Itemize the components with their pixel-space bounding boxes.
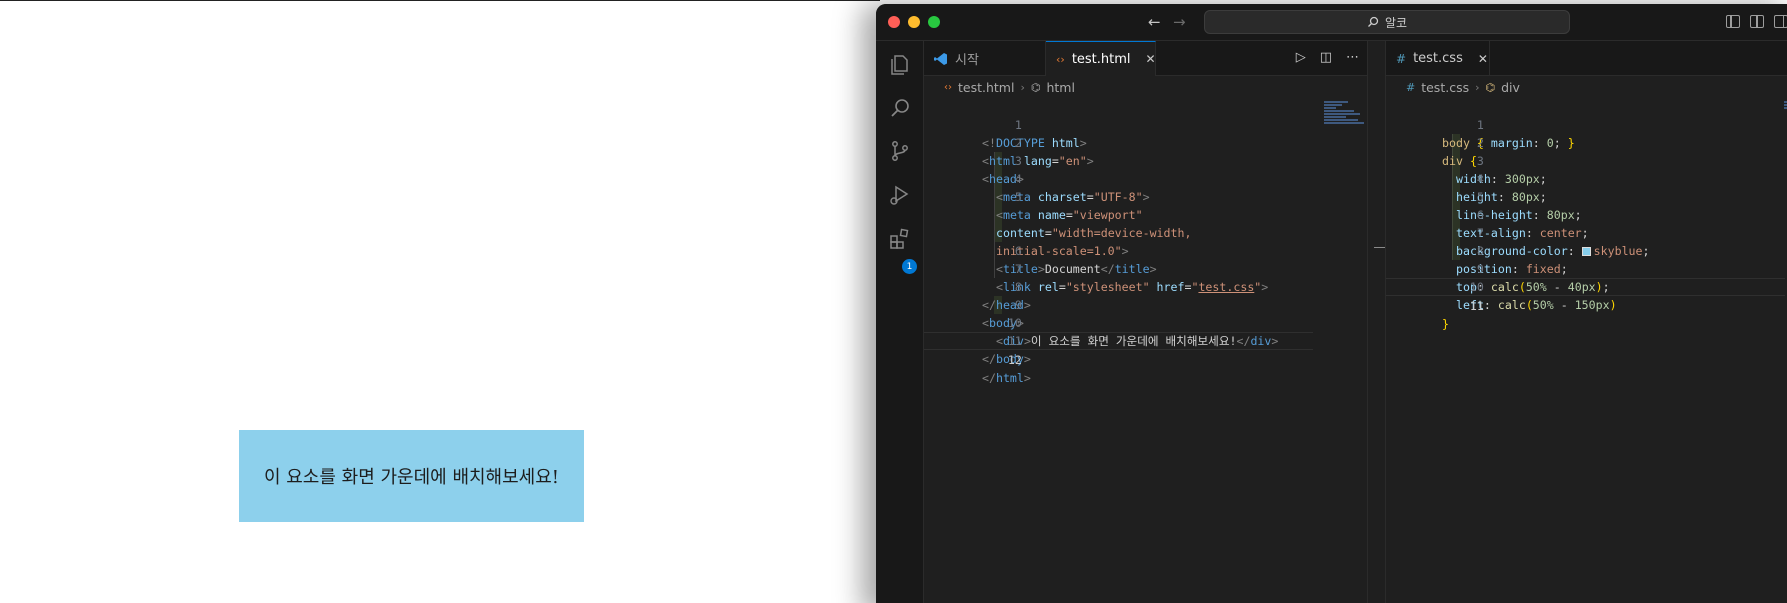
browser-preview: 이 요소를 화면 가운데에 배치해보세요! [0, 0, 880, 603]
extensions-badge: 1 [902, 259, 917, 274]
editor-group-html: 시작 ‹› test.html ✕ ▷ ◫ ⋯ ‹› test.html › ⌬… [924, 41, 1368, 603]
layout-controls [1726, 15, 1787, 28]
breadcrumb-symbol[interactable]: html [1046, 80, 1074, 95]
code-token: 50% [1532, 298, 1554, 312]
tab-bar: # test.css ✕ [1386, 41, 1787, 76]
editor-split-gap[interactable] [1368, 41, 1385, 603]
code-editor-html[interactable]: 1 <!DOCTYPE html> 2 <html lang="en"> 3 <… [924, 98, 1367, 385]
activity-bar: 1 [876, 41, 924, 603]
breadcrumb-symbol[interactable]: div [1501, 80, 1520, 95]
tab-label: 시작 [955, 53, 979, 68]
code-line: 1 <!DOCTYPE html> [924, 98, 1367, 150]
code-editor-css[interactable]: 1 body { margin: 0; } 2 div { 3 width: 3… [1386, 98, 1787, 331]
tab-test-html[interactable]: ‹› test.html ✕ [1046, 41, 1156, 76]
preview-top-border [0, 0, 880, 1]
code-token: ( [1525, 298, 1533, 312]
more-actions-icon[interactable]: ⋯ [1346, 50, 1359, 65]
tab-bar: 시작 ‹› test.html ✕ ▷ ◫ ⋯ [924, 41, 1367, 76]
vscode-window: ← → 알코 1 시작 ‹› test.html ✕ ▷ ◫ ⋯ ‹› test… [876, 4, 1787, 603]
code-line: 8 </head> [924, 260, 1367, 312]
breadcrumb-file[interactable]: test.html [958, 80, 1014, 95]
centered-box: 이 요소를 화면 가운데에 배치해보세요! [239, 430, 584, 522]
code-token: ) [1609, 298, 1617, 312]
code-line: 3 <head> [924, 134, 1367, 186]
close-tab-icon[interactable]: ✕ [1146, 52, 1156, 66]
code-line: 5 line-height: 80px; [1386, 170, 1787, 222]
code-line: 4 <meta charset="UTF-8"> [924, 152, 1367, 204]
code-line: 2 <html lang="en"> [924, 116, 1367, 168]
code-line: 6 text-align: center; [1386, 188, 1787, 240]
toggle-panel-icon[interactable] [1750, 15, 1764, 28]
split-editor-icon[interactable]: ◫ [1320, 50, 1332, 65]
code-line: 1 body { margin: 0; } [1386, 98, 1787, 150]
css-file-icon: # [1396, 51, 1407, 66]
toggle-primary-sidebar-icon[interactable] [1726, 15, 1740, 28]
forward-arrow-icon[interactable]: → [1173, 13, 1186, 31]
code-token: > [1023, 371, 1031, 385]
tab-welcome[interactable]: 시작 [924, 41, 1046, 76]
vscode-logo-icon [934, 52, 947, 65]
selector-symbol-icon: ⌬ [1485, 80, 1496, 94]
search-icon [1367, 16, 1379, 27]
source-control-icon[interactable] [888, 139, 912, 163]
code-token: } [1442, 317, 1449, 331]
css-file-icon: # [1406, 80, 1416, 94]
line-number: 12 [1007, 353, 1022, 367]
code-token: > [1023, 352, 1031, 366]
code-line-current: 12 </html> [924, 332, 1313, 385]
extensions-icon[interactable] [888, 227, 912, 251]
command-center-text: 알코 [1384, 15, 1408, 30]
line-number: 11 [1469, 299, 1484, 313]
code-token: : [1483, 298, 1491, 312]
breadcrumb: ‹› test.html › ⌬ html [924, 76, 1367, 98]
code-line: 6 <title>Document</title> [924, 224, 1367, 276]
code-token: </ [982, 371, 996, 385]
editor-actions: ▷ ◫ ⋯ [1296, 50, 1359, 65]
title-bar: ← → 알코 [876, 4, 1787, 41]
search-icon[interactable] [888, 96, 912, 120]
code-line: 11 </body> [924, 314, 1367, 366]
toggle-secondary-sidebar-icon[interactable] [1774, 15, 1787, 28]
code-line-wrap: initial-scale=1.0"> [924, 206, 1367, 258]
close-tab-icon[interactable]: ✕ [1478, 52, 1488, 66]
code-line: 8 position: fixed; [1386, 224, 1787, 276]
command-center-search[interactable]: 알코 [1204, 10, 1570, 34]
code-line-current: 11 } [1386, 278, 1785, 331]
code-line: 9 <body> [924, 278, 1367, 330]
chevron-right-icon: › [1475, 80, 1480, 94]
code-token: calc [1497, 298, 1526, 312]
code-token: - [1553, 298, 1575, 312]
minimize-window-button[interactable] [908, 16, 920, 28]
maximize-window-button[interactable] [928, 16, 940, 28]
tab-label: test.css [1413, 51, 1463, 66]
code-line: 4 height: 80px; [1386, 152, 1787, 204]
back-arrow-icon[interactable]: ← [1148, 13, 1161, 31]
code-token: 150px [1574, 298, 1610, 312]
minimap[interactable] [1324, 101, 1368, 131]
breadcrumb-file[interactable]: test.css [1421, 80, 1469, 95]
code-line: 7 background-color: skyblue; [1386, 206, 1787, 258]
run-and-debug-icon[interactable] [888, 183, 912, 207]
code-line: 10 left: calc(50% - 150px) [1386, 260, 1787, 312]
tab-label: test.html [1071, 51, 1131, 67]
code-line: 2 div { [1386, 116, 1787, 168]
code-line: 7 <link rel="stylesheet" href="test.css"… [924, 242, 1367, 294]
code-line: 10 <div>이 요소를 화면 가운데에 배치해보세요!</div> [924, 296, 1367, 348]
code-line-wrap: content="width=device-width, [924, 188, 1367, 240]
html-file-icon: ‹› [1056, 52, 1065, 66]
explorer-icon[interactable] [888, 53, 912, 77]
close-window-button[interactable] [888, 16, 900, 28]
element-symbol-icon: ⌬ [1030, 80, 1041, 94]
code-line: 5 <meta name="viewport" [924, 170, 1367, 222]
code-line: 3 width: 300px; [1386, 134, 1787, 186]
html-file-icon: ‹› [944, 81, 952, 93]
code-line: 9 top: calc(50% - 40px); [1386, 242, 1787, 294]
editor-group-css: # test.css ✕ # test.css › ⌬ div 1 body {… [1385, 41, 1787, 603]
run-icon[interactable]: ▷ [1296, 50, 1306, 65]
tab-test-css[interactable]: # test.css ✕ [1386, 41, 1490, 76]
chevron-right-icon: › [1020, 80, 1025, 94]
code-token: html [995, 371, 1024, 385]
breadcrumb: # test.css › ⌬ div [1386, 76, 1787, 98]
